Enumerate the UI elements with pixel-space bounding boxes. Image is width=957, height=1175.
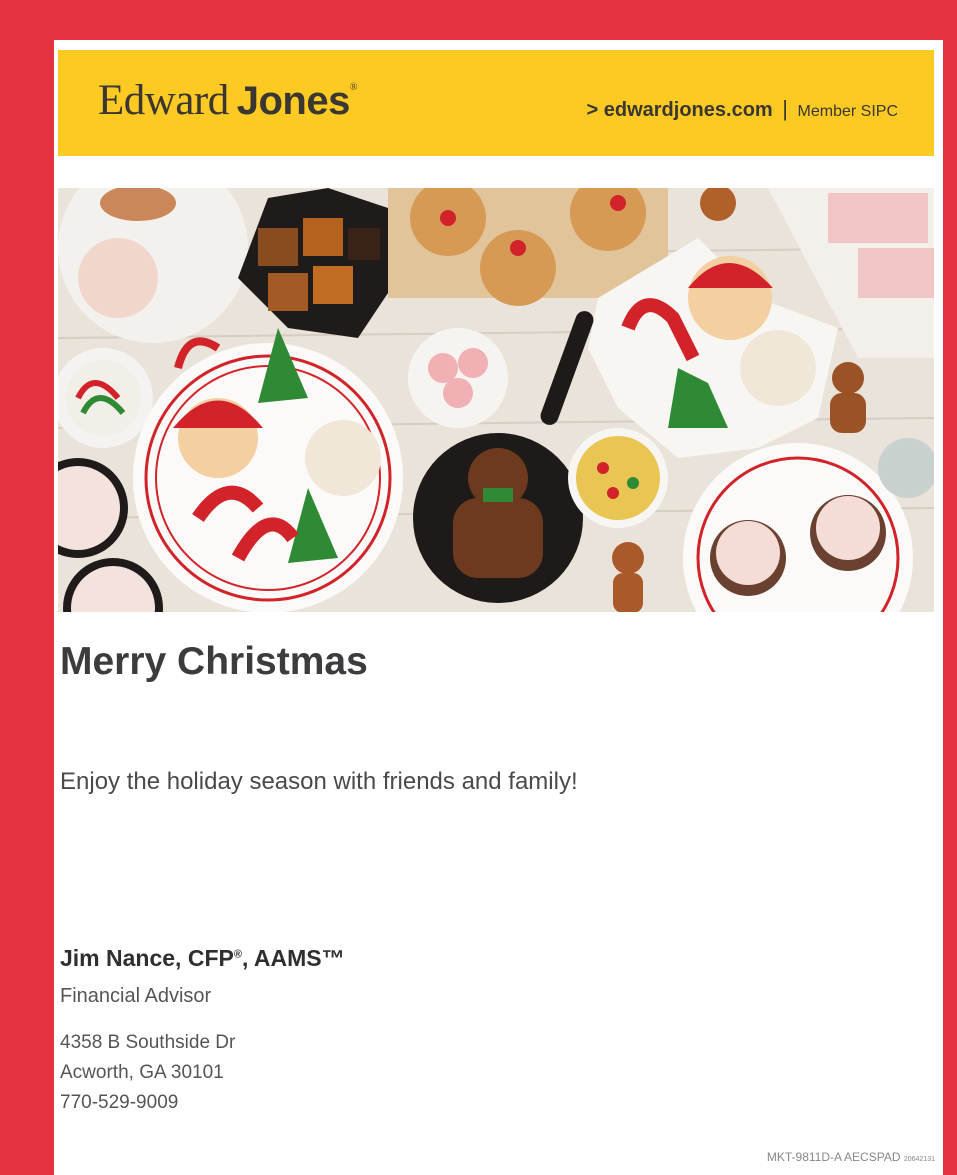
header-links: > edwardjones.com | Member SIPC [587,96,898,122]
address-street: 4358 B Southside Dr [60,1032,236,1053]
advisor-title: Financial Advisor [60,985,212,1007]
cfp-registered-mark: ® [233,948,242,961]
header-separator: | [782,96,788,121]
holiday-cookies-image [58,188,934,612]
address-city: Acworth, GA 30101 [60,1062,224,1083]
footer-code: MKT-9811D-A AECSPAD 20642131 [767,1150,935,1164]
member-sipc-text: Member SIPC [797,103,898,120]
header-banner: Edward Jones® > edwardjones.com | Member … [58,50,934,156]
marketing-code: MKT-9811D-A AECSPAD [766,1150,901,1164]
website-link[interactable]: > edwardjones.com [587,99,773,121]
logo-registered-mark: ® [349,82,358,93]
page-title: Merry Christmas [60,640,368,683]
logo-word-jones: Jones [236,79,351,123]
email-card: Edward Jones® > edwardjones.com | Member … [54,40,943,1175]
marketing-small-code: 20642131 [903,1156,935,1163]
edward-jones-logo[interactable]: Edward Jones® [98,76,357,132]
holiday-greeting: Enjoy the holiday season with friends an… [60,768,578,795]
advisor-credentials: , AAMS™ [241,945,345,971]
logo-word-edward: Edward [98,77,229,124]
advisor-name: Jim Nance, CFP®, AAMS™ [60,945,345,972]
advisor-address: 4358 B Southside Dr Acworth, GA 30101 77… [60,1028,235,1118]
phone-number[interactable]: 770-529-9009 [60,1088,235,1118]
holiday-cookies-illustration [58,188,934,612]
advisor-name-text: Jim Nance, CFP [60,945,234,971]
